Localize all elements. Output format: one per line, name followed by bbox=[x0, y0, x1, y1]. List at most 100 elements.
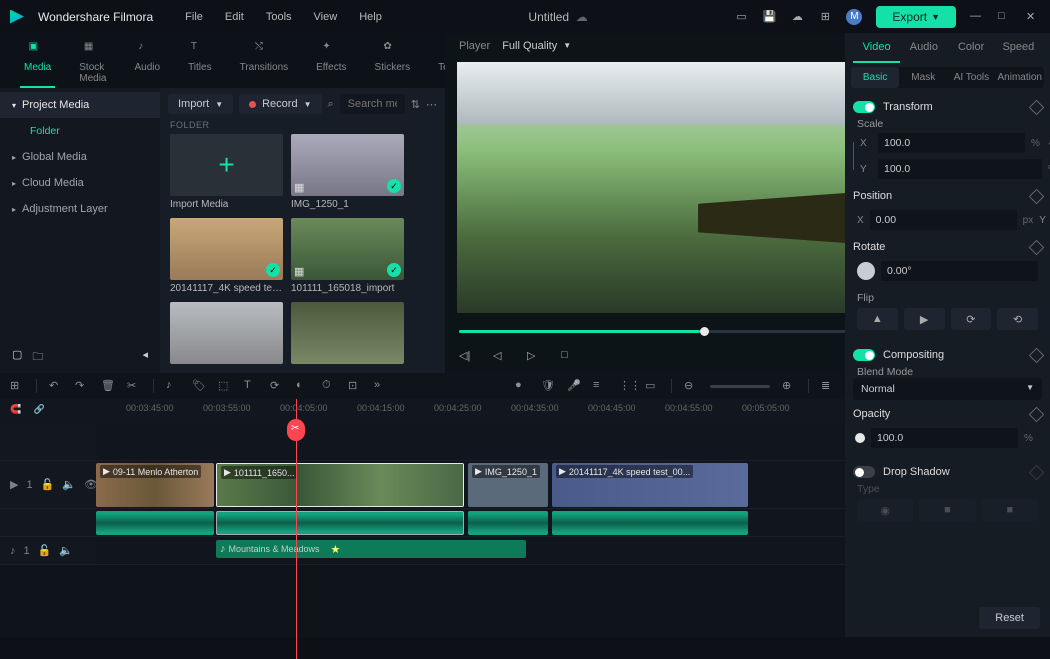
layout-icon[interactable]: ▭ bbox=[734, 10, 748, 24]
collapse-sidebar-icon[interactable]: ◂ bbox=[142, 348, 148, 367]
timeline-clip[interactable]: ▶09-11 Menlo Atherton bbox=[96, 463, 214, 507]
rotate-cw-icon[interactable]: ⟳ bbox=[951, 308, 992, 330]
new-folder-icon[interactable]: 🗀 bbox=[32, 348, 43, 367]
keyframe-icon[interactable] bbox=[1029, 239, 1045, 255]
shield-icon[interactable]: 🛡 bbox=[541, 379, 555, 393]
keyframe-icon[interactable] bbox=[1029, 406, 1045, 422]
tab-titles[interactable]: TTitles bbox=[184, 37, 216, 88]
menu-edit[interactable]: Edit bbox=[225, 11, 244, 23]
compositing-toggle[interactable] bbox=[853, 349, 875, 361]
close-icon[interactable]: ✕ bbox=[1026, 10, 1040, 24]
timeline-clip[interactable]: ▶IMG_1250_1 bbox=[468, 463, 548, 507]
aspect-icon[interactable]: ▭ bbox=[645, 379, 659, 393]
tag-icon[interactable]: 🏷 bbox=[192, 379, 206, 393]
link-xy-icon[interactable] bbox=[853, 142, 854, 170]
scale-y-input[interactable] bbox=[878, 159, 1042, 179]
rotate-knob[interactable] bbox=[857, 262, 875, 280]
track-height-icon[interactable]: ≣ bbox=[821, 379, 835, 393]
tab-transitions[interactable]: ⤭Transitions bbox=[236, 37, 293, 88]
search-input[interactable] bbox=[348, 98, 397, 110]
flip-horizontal-icon[interactable]: ▲ bbox=[857, 308, 898, 330]
filter-icon[interactable]: ⇅ bbox=[411, 98, 420, 111]
timeline-clip[interactable]: ▶20141117_4K speed test_00... bbox=[552, 463, 748, 507]
import-dropdown[interactable]: Import▼ bbox=[168, 94, 233, 114]
play-icon[interactable]: ▷ bbox=[527, 349, 543, 365]
inspector-tab-video[interactable]: Video bbox=[853, 33, 900, 63]
subtab-mask[interactable]: Mask bbox=[899, 67, 947, 88]
zoom-in-icon[interactable]: ⊕ bbox=[782, 379, 796, 393]
music-icon[interactable]: ♪ bbox=[166, 379, 180, 393]
tracking-icon[interactable]: ⊡ bbox=[348, 379, 362, 393]
lock-icon[interactable]: 🔓 bbox=[38, 544, 52, 557]
redo-icon[interactable]: ↷ bbox=[75, 379, 89, 393]
rotate-ccw-icon[interactable]: ⟲ bbox=[997, 308, 1038, 330]
inspector-tab-speed[interactable]: Speed bbox=[995, 33, 1042, 63]
upload-cloud-icon[interactable]: ☁ bbox=[790, 10, 804, 24]
mic-icon[interactable]: 🎤 bbox=[567, 379, 581, 393]
sidebar-item-project-media[interactable]: ▾Project Media bbox=[0, 92, 160, 118]
menu-view[interactable]: View bbox=[314, 11, 338, 23]
menu-file[interactable]: File bbox=[185, 11, 203, 23]
zoom-out-icon[interactable]: ⊖ bbox=[684, 379, 698, 393]
sidebar-item-global-media[interactable]: ▸Global Media bbox=[0, 144, 160, 170]
minimize-icon[interactable]: — bbox=[970, 10, 984, 24]
mixer-icon[interactable]: ≡ bbox=[593, 379, 607, 393]
apps-icon[interactable]: ⊞ bbox=[818, 10, 832, 24]
delete-icon[interactable]: 🗑 bbox=[101, 379, 115, 393]
search-field[interactable] bbox=[340, 94, 405, 114]
speed-icon[interactable]: ⟳ bbox=[270, 379, 284, 393]
more-tools-icon[interactable]: » bbox=[374, 379, 388, 393]
inspector-tab-color[interactable]: Color bbox=[948, 33, 995, 63]
tab-stickers[interactable]: ✿Stickers bbox=[371, 37, 415, 88]
magnet-icon[interactable]: 🧲 bbox=[0, 399, 31, 420]
undo-icon[interactable]: ↶ bbox=[49, 379, 63, 393]
quality-dropdown[interactable]: Full Quality▼ bbox=[502, 40, 571, 52]
grid-icon[interactable]: ⊞ bbox=[10, 379, 24, 393]
text-icon[interactable]: T bbox=[244, 379, 258, 393]
scale-x-input[interactable] bbox=[878, 133, 1025, 153]
media-thumb[interactable]: ▦✓ 101111_165018_import bbox=[291, 218, 404, 294]
pos-x-input[interactable] bbox=[870, 210, 1017, 230]
subtab-animation[interactable]: Animation bbox=[996, 67, 1044, 88]
export-button[interactable]: Export▼ bbox=[876, 6, 956, 28]
menu-tools[interactable]: Tools bbox=[266, 11, 292, 23]
lock-icon[interactable]: 🔓 bbox=[41, 478, 55, 491]
inspector-tab-audio[interactable]: Audio bbox=[900, 33, 947, 63]
waveform[interactable] bbox=[552, 511, 748, 535]
audio-clip[interactable]: ♪Mountains & Meadows★ bbox=[216, 540, 526, 558]
media-thumb[interactable] bbox=[170, 302, 283, 364]
crop-icon[interactable]: ⬚ bbox=[218, 379, 232, 393]
waveform[interactable] bbox=[96, 511, 214, 535]
tab-stock-media[interactable]: ▦Stock Media bbox=[75, 37, 110, 88]
media-thumb[interactable] bbox=[291, 302, 404, 364]
timer-icon[interactable]: ⏱ bbox=[322, 379, 336, 393]
render-icon[interactable]: ● bbox=[515, 379, 529, 393]
zoom-slider[interactable] bbox=[710, 385, 770, 388]
keyframe-icon[interactable] bbox=[1029, 464, 1045, 480]
waveform[interactable] bbox=[468, 511, 548, 535]
transform-toggle[interactable] bbox=[853, 101, 875, 113]
sidebar-item-adjustment-layer[interactable]: ▸Adjustment Layer bbox=[0, 196, 160, 222]
play-backward-icon[interactable]: ◁ bbox=[493, 349, 509, 365]
save-icon[interactable]: 💾 bbox=[762, 10, 776, 24]
media-thumb[interactable]: ✓ 20141117_4K speed test_00... bbox=[170, 218, 283, 294]
blendmode-select[interactable]: Normal▼ bbox=[853, 378, 1042, 400]
split-icon[interactable]: ✂ bbox=[127, 379, 141, 393]
more-icon[interactable]: ⋯ bbox=[426, 98, 437, 111]
account-avatar[interactable]: M bbox=[846, 9, 862, 25]
sidebar-item-cloud-media[interactable]: ▸Cloud Media bbox=[0, 170, 160, 196]
prev-frame-icon[interactable]: ◁| bbox=[459, 349, 475, 365]
cloud-sync-icon[interactable]: ☁ bbox=[576, 10, 588, 24]
import-media-tile[interactable]: + Import Media bbox=[170, 134, 283, 210]
opacity-slider[interactable] bbox=[857, 437, 865, 440]
mute-icon[interactable]: 🔈 bbox=[59, 544, 73, 557]
flip-vertical-icon[interactable]: ▶ bbox=[904, 308, 945, 330]
subtab-ai-tools[interactable]: AI Tools bbox=[947, 67, 995, 88]
menu-help[interactable]: Help bbox=[359, 11, 382, 23]
link-icon[interactable]: 🔗 bbox=[34, 404, 45, 414]
tab-media[interactable]: ▣Media bbox=[20, 37, 55, 88]
media-thumb[interactable]: ▦✓ IMG_1250_1 bbox=[291, 134, 404, 210]
keyframe-icon[interactable] bbox=[1029, 99, 1045, 115]
timeline-ruler[interactable]: 🧲 🔗 00:03:45:00 00:03:55:00 00:04:05:00 … bbox=[0, 399, 845, 425]
timeline-clip-selected[interactable]: ▶101111_1650... bbox=[216, 463, 464, 507]
